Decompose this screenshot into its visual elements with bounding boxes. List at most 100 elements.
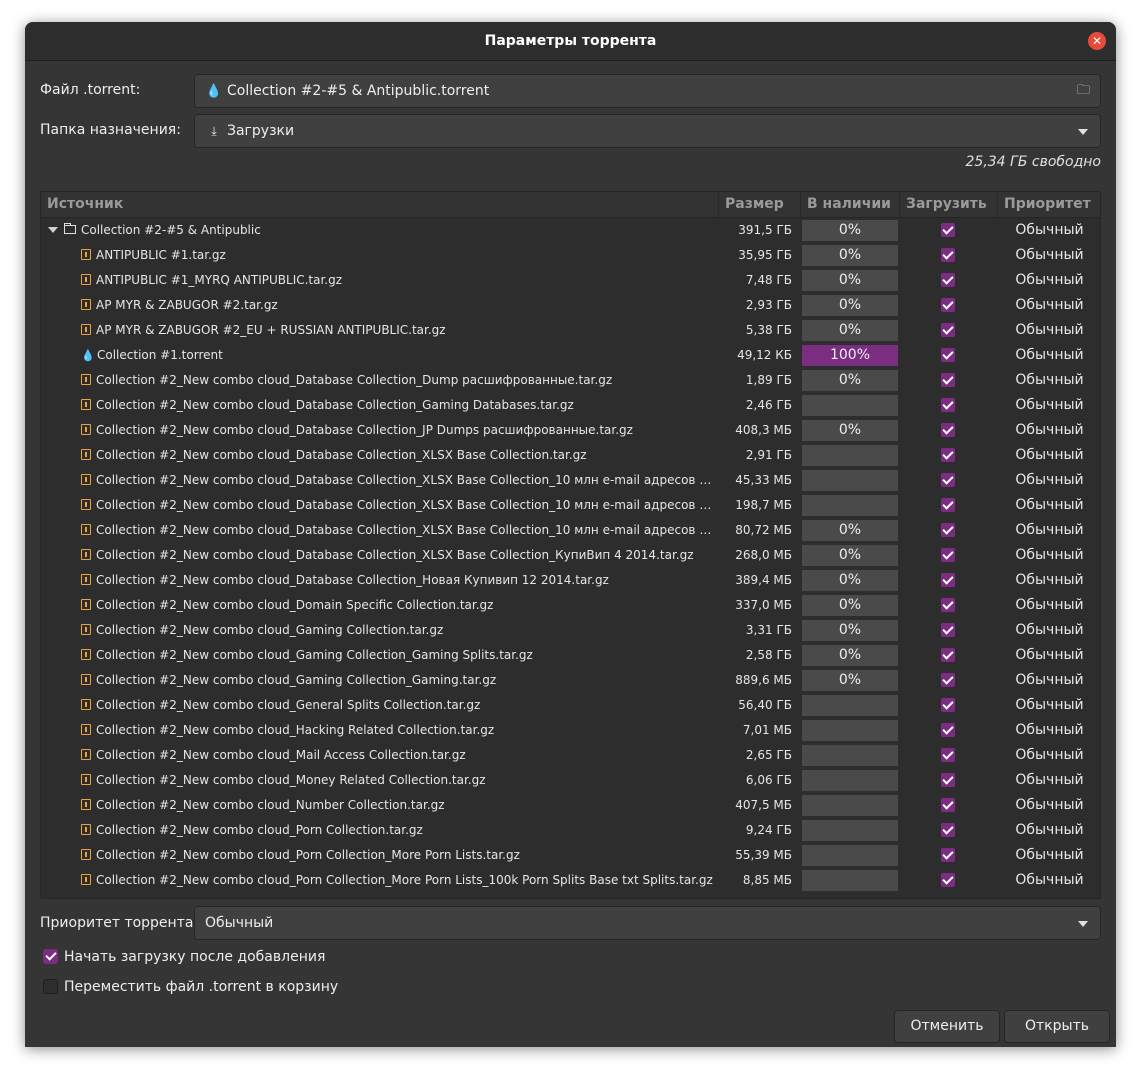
tree-row[interactable]: Collection #2_New combo cloud_Money Rela… [41, 768, 1100, 793]
tree-row[interactable]: Collection #2_New combo cloud_Database C… [41, 443, 1100, 468]
torrent-file-chooser[interactable]: 💧 Collection #2-#5 & Antipublic.torrent 🗀 [194, 74, 1101, 108]
file-priority[interactable]: Обычный [998, 618, 1100, 643]
download-checkbox[interactable] [941, 797, 955, 812]
download-checkbox[interactable] [941, 247, 955, 262]
column-download[interactable]: Загрузить [900, 192, 998, 217]
column-priority[interactable]: Приоритет [998, 192, 1100, 217]
file-tree[interactable]: Источник Размер В наличии Загрузить Прио… [40, 191, 1101, 899]
file-priority[interactable]: Обычный [998, 493, 1100, 518]
tree-row[interactable]: Collection #2_New combo cloud_Porn Colle… [41, 868, 1100, 893]
download-checkbox[interactable] [941, 397, 955, 412]
file-priority[interactable]: Обычный [998, 743, 1100, 768]
download-checkbox[interactable] [941, 422, 955, 437]
download-checkbox[interactable] [941, 497, 955, 512]
download-checkbox[interactable] [941, 722, 955, 737]
tree-row[interactable]: ANTIPUBLIC #1_MYRQ ANTIPUBLIC.tar.gz 7,48… [41, 268, 1100, 293]
tree-row[interactable]: Collection #2_New combo cloud_Gaming Col… [41, 643, 1100, 668]
column-size[interactable]: Размер [719, 192, 801, 217]
column-available[interactable]: В наличии [801, 192, 900, 217]
file-priority[interactable]: Обычный [998, 393, 1100, 418]
tree-row[interactable]: Collection #2_New combo cloud_Database C… [41, 493, 1100, 518]
download-checkbox[interactable] [941, 747, 955, 762]
download-checkbox[interactable] [941, 822, 955, 837]
file-priority[interactable]: Обычный [998, 718, 1100, 743]
file-priority[interactable]: Обычный [998, 818, 1100, 843]
tree-row[interactable]: Collection #2_New combo cloud_Mail Acces… [41, 743, 1100, 768]
file-priority[interactable]: Обычный [998, 343, 1100, 368]
download-checkbox[interactable] [941, 772, 955, 787]
file-priority[interactable]: Обычный [998, 568, 1100, 593]
file-priority[interactable]: Обычный [998, 593, 1100, 618]
download-checkbox[interactable] [941, 272, 955, 287]
file-priority[interactable]: Обычный [998, 843, 1100, 868]
root-download-checkbox[interactable] [941, 222, 955, 237]
tree-row[interactable]: Collection #2_New combo cloud_Hacking Re… [41, 718, 1100, 743]
tree-row[interactable]: Collection #2_New combo cloud_Domain Spe… [41, 593, 1100, 618]
download-checkbox[interactable] [941, 622, 955, 637]
download-checkbox[interactable] [941, 647, 955, 662]
tree-row[interactable]: Collection #2_New combo cloud_Database C… [41, 418, 1100, 443]
file-size: 45,33 МБ [735, 473, 792, 487]
tree-row[interactable]: Collection #2_New combo cloud_Database C… [41, 393, 1100, 418]
file-priority[interactable]: Обычный [998, 518, 1100, 543]
download-checkbox[interactable] [941, 447, 955, 462]
tree-row[interactable]: Collection #2_New combo cloud_Database C… [41, 568, 1100, 593]
tree-row[interactable]: Collection #2_New combo cloud_Porn Colle… [41, 843, 1100, 868]
download-checkbox[interactable] [941, 572, 955, 587]
expander-icon[interactable] [48, 226, 58, 233]
file-priority[interactable]: Обычный [998, 768, 1100, 793]
cancel-button[interactable]: Отменить [894, 1010, 1000, 1043]
tree-row[interactable]: ANTIPUBLIC #1.tar.gz 35,95 ГБ 0% Обычный [41, 243, 1100, 268]
file-priority[interactable]: Обычный [998, 243, 1100, 268]
file-priority[interactable]: Обычный [998, 368, 1100, 393]
file-priority[interactable]: Обычный [998, 868, 1100, 893]
download-checkbox[interactable] [941, 522, 955, 537]
download-checkbox[interactable] [941, 697, 955, 712]
torrent-priority-dropdown[interactable]: Обычный [194, 906, 1101, 940]
file-priority[interactable]: Обычный [998, 293, 1100, 318]
download-checkbox[interactable] [941, 472, 955, 487]
file-priority[interactable]: Обычный [998, 268, 1100, 293]
move-to-trash-option[interactable]: Переместить файл .torrent в корзину [43, 978, 338, 995]
file-priority[interactable]: Обычный [998, 318, 1100, 343]
tree-row[interactable]: Collection #2_New combo cloud_Database C… [41, 368, 1100, 393]
download-checkbox[interactable] [941, 597, 955, 612]
tree-row[interactable]: Collection #2_New combo cloud_Database C… [41, 518, 1100, 543]
file-size: 198,7 МБ [735, 498, 792, 512]
download-checkbox[interactable] [941, 847, 955, 862]
tree-row[interactable]: AP MYR & ZABUGOR #2.tar.gz 2,93 ГБ 0% Обычн… [41, 293, 1100, 318]
download-checkbox[interactable] [941, 347, 955, 362]
download-checkbox[interactable] [941, 872, 955, 887]
move-to-trash-checkbox[interactable] [43, 978, 58, 994]
tree-row[interactable]: Collection #2_New combo cloud_Number Col… [41, 793, 1100, 818]
file-priority[interactable]: Обычный [998, 468, 1100, 493]
tree-row[interactable]: AP MYR & ZABUGOR #2_EU + RUSSIAN ANTIPUB… [41, 318, 1100, 343]
file-priority[interactable]: Обычный [998, 418, 1100, 443]
tree-row-root[interactable]: Collection #2-#5 & Antipublic 391,5 ГБ 0… [41, 218, 1100, 243]
destination-dropdown[interactable]: ⤓ Загрузки [194, 114, 1101, 148]
file-priority[interactable]: Обычный [998, 668, 1100, 693]
download-checkbox[interactable] [941, 672, 955, 687]
file-priority[interactable]: Обычный [998, 793, 1100, 818]
start-after-add-option[interactable]: Начать загрузку после добавления [43, 948, 325, 965]
open-button[interactable]: Открыть [1004, 1010, 1110, 1043]
file-priority[interactable]: Обычный [998, 693, 1100, 718]
tree-row[interactable]: Collection #2_New combo cloud_Porn Colle… [41, 818, 1100, 843]
tree-row[interactable]: Collection #2_New combo cloud_Database C… [41, 468, 1100, 493]
start-after-add-checkbox[interactable] [43, 948, 58, 964]
download-checkbox[interactable] [941, 372, 955, 387]
root-priority[interactable]: Обычный [998, 218, 1100, 243]
file-priority[interactable]: Обычный [998, 443, 1100, 468]
download-checkbox[interactable] [941, 322, 955, 337]
tree-row[interactable]: Collection #2_New combo cloud_General Sp… [41, 693, 1100, 718]
close-icon[interactable]: ✕ [1088, 32, 1106, 50]
tree-row[interactable]: Collection #2_New combo cloud_Gaming Col… [41, 668, 1100, 693]
column-source[interactable]: Источник [41, 192, 719, 217]
tree-row[interactable]: Collection #2_New combo cloud_Database C… [41, 543, 1100, 568]
file-priority[interactable]: Обычный [998, 543, 1100, 568]
file-priority[interactable]: Обычный [998, 643, 1100, 668]
tree-row[interactable]: 💧 Collection #1.torrent 49,12 КБ 100% Обычны… [41, 343, 1100, 368]
download-checkbox[interactable] [941, 297, 955, 312]
download-checkbox[interactable] [941, 547, 955, 562]
tree-row[interactable]: Collection #2_New combo cloud_Gaming Col… [41, 618, 1100, 643]
